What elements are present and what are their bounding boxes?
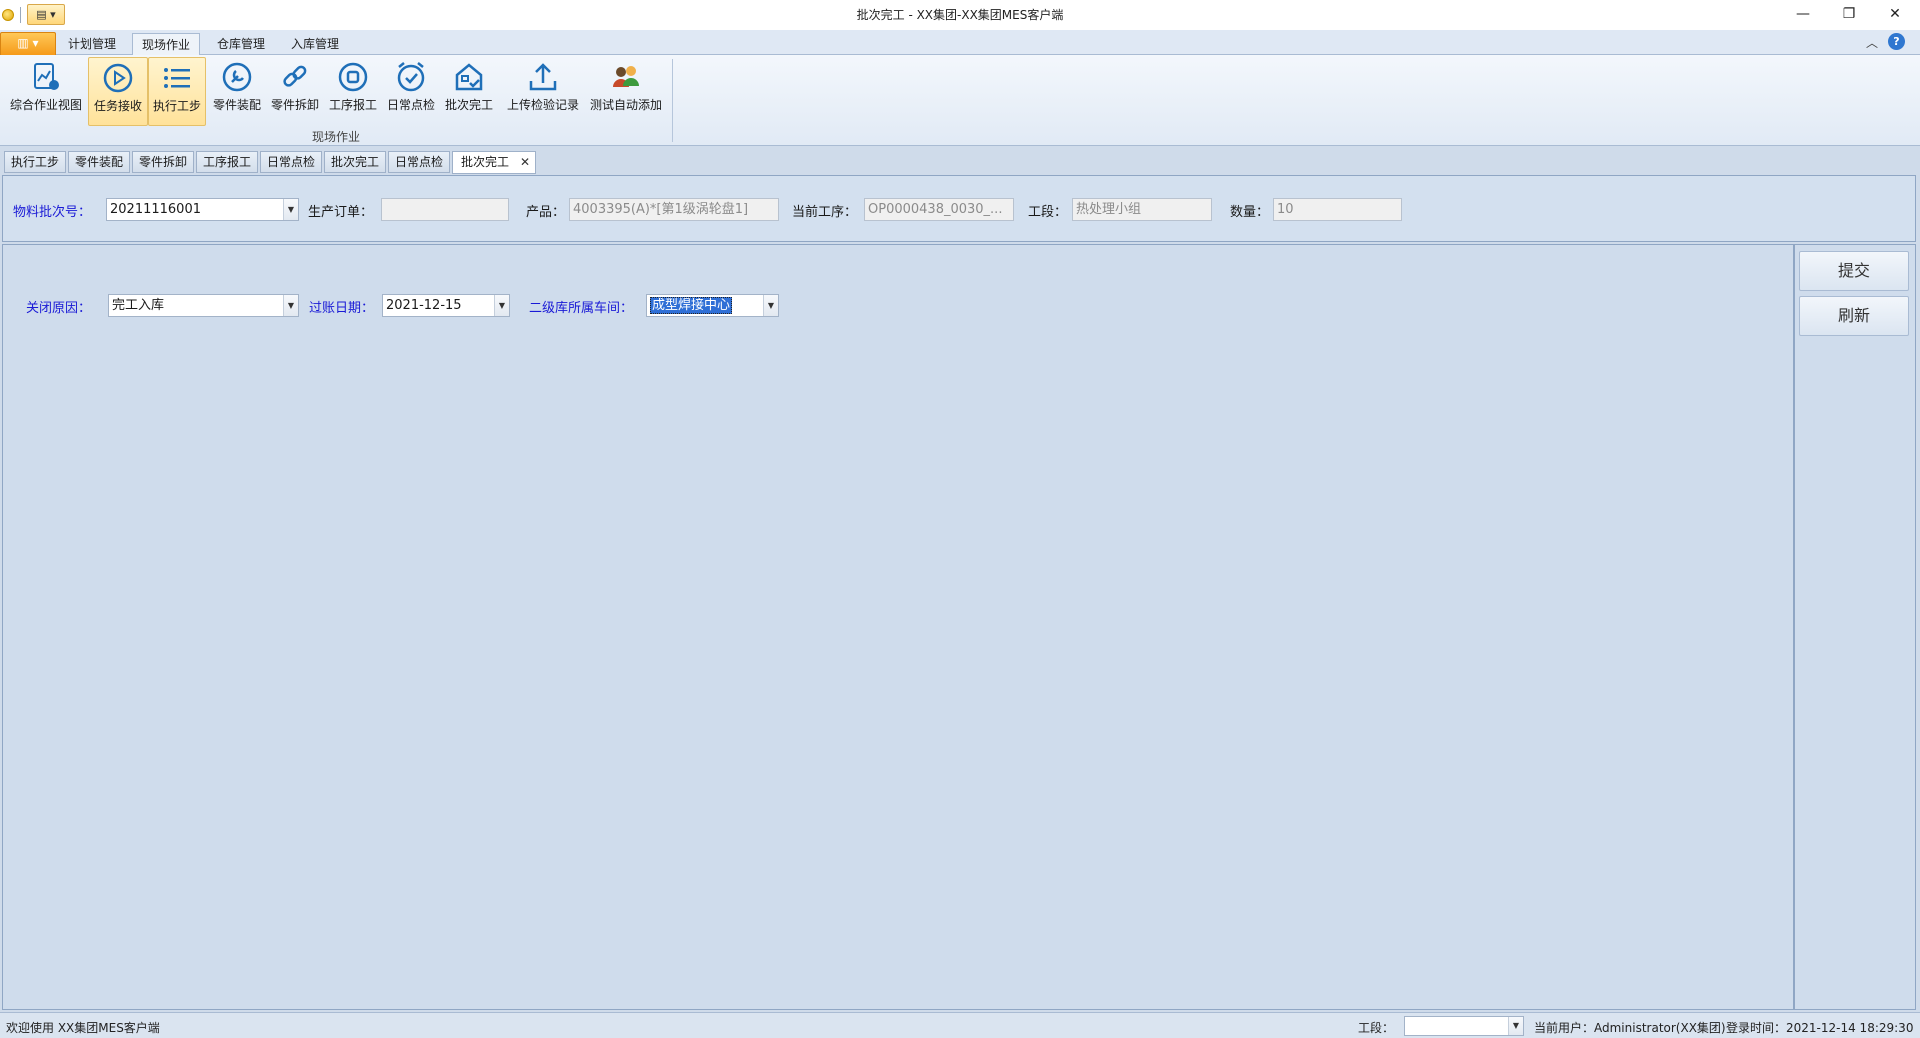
tab-inbound-management[interactable]: 入库管理: [282, 33, 348, 55]
collapse-ribbon-icon[interactable]: ︿: [1866, 34, 1878, 51]
ribbon-button-overview[interactable]: 综合作业视图: [6, 57, 86, 126]
ribbon-tab-strip: ▥ ▾ 计划管理 现场作业 仓库管理 入库管理 ︿ ?: [0, 30, 1920, 56]
secondary-warehouse-workshop-label: 二级库所属车间：: [529, 301, 634, 316]
window-title: 批次完工 - XX集团-XX集团MES客户端: [856, 8, 1064, 22]
doc-tab-part-assembly[interactable]: 零件装配: [68, 151, 130, 173]
posting-date-value: 2021-12-15: [386, 298, 462, 313]
application-menu-button[interactable]: ▥ ▾: [0, 32, 56, 55]
ribbon-button-upload-inspection[interactable]: 上传检验记录: [500, 57, 586, 126]
tab-field-operations[interactable]: 现场作业: [132, 33, 200, 56]
restore-button[interactable]: ❐: [1826, 0, 1872, 30]
ribbon-button-test-auto-add[interactable]: 测试自动添加: [586, 57, 666, 126]
refresh-button[interactable]: 刷新: [1799, 296, 1909, 336]
workshop-combo[interactable]: 成型焊接中心 ▼: [646, 294, 779, 317]
doc-tab-batch-complete-active[interactable]: 批次完工 ✕: [452, 151, 536, 174]
batch-number-value: 20211116001: [110, 202, 201, 217]
close-reason-combo[interactable]: 完工入库 ▼: [108, 294, 299, 317]
doc-tab-label: 批次完工: [461, 155, 510, 169]
chevron-down-icon[interactable]: ▼: [283, 199, 298, 220]
help-icon[interactable]: ?: [1888, 33, 1905, 50]
close-reason-value: 完工入库: [112, 298, 165, 313]
ribbon-button-part-disassembly[interactable]: 零件拆卸: [266, 57, 324, 126]
ribbon-group-separator: [672, 59, 673, 142]
document-tab-bar: 执行工步 零件装配 零件拆卸 工序报工 日常点检 批次完工 日常点检 批次完工 …: [0, 146, 1920, 175]
ribbon-button-batch-complete[interactable]: 批次完工: [440, 57, 498, 126]
doc-tab-daily-inspection-2[interactable]: 日常点检: [388, 151, 450, 173]
list-icon: [164, 68, 190, 88]
tab-plan-management[interactable]: 计划管理: [60, 33, 124, 55]
minimize-button[interactable]: —: [1780, 0, 1826, 30]
doc-tab-batch-complete[interactable]: 批次完工: [324, 151, 386, 173]
status-section-combo[interactable]: ▼: [1404, 1016, 1524, 1036]
workshop-value: 成型焊接中心: [650, 297, 733, 314]
house-check-icon: [455, 63, 483, 91]
product-label: 产品：: [526, 205, 566, 220]
ribbon-panel: 综合作业视图 任务接收 执行工步 零件装配 零件拆卸 工序报工 日常点检 批次完…: [0, 55, 1920, 146]
close-reason-label: 关闭原因：: [26, 301, 92, 316]
alarm-check-icon: [397, 62, 425, 92]
chevron-down-icon[interactable]: ▼: [494, 295, 509, 316]
ribbon-button-part-assembly[interactable]: 零件装配: [208, 57, 266, 126]
ribbon-button-execute-step[interactable]: 执行工步: [148, 57, 206, 126]
submit-button[interactable]: 提交: [1799, 251, 1909, 291]
login-time-text: 登录时间：2021-12-14 18:29:30: [1726, 1021, 1914, 1035]
stop-circle-icon: [338, 62, 368, 92]
welcome-text: 欢迎使用 XX集团MES客户端: [6, 1021, 160, 1035]
doc-tab-part-disassembly[interactable]: 零件拆卸: [132, 151, 194, 173]
posting-date-label: 过账日期：: [309, 301, 375, 316]
ribbon-button-process-report[interactable]: 工序报工: [324, 57, 382, 126]
current-process-label: 当前工序：: [792, 205, 858, 220]
posting-date-picker[interactable]: 2021-12-15 ▼: [382, 294, 510, 317]
chevron-down-icon[interactable]: ▼: [763, 295, 778, 316]
current-user-text: 当前用户：Administrator(XX集团): [1534, 1021, 1726, 1035]
status-section-label: 工段：: [1358, 1021, 1395, 1035]
action-button-panel: 提交 刷新: [1794, 244, 1916, 1010]
quantity-field: 10: [1273, 198, 1402, 221]
wrench-icon: [222, 62, 252, 92]
quantity-label: 数量：: [1230, 205, 1270, 220]
title-bar: ▤ ▾ 批次完工 - XX集团-XX集团MES客户端 — ❐ ✕: [0, 0, 1920, 30]
product-field: 4003395(A)*[第1级涡轮盘1]: [569, 198, 779, 221]
doc-tab-process-report[interactable]: 工序报工: [196, 151, 258, 173]
production-order-label: 生产订单：: [308, 205, 374, 220]
link-icon: [283, 65, 307, 87]
status-bar: 欢迎使用 XX集团MES客户端 工段： ▼ 当前用户：Administrator…: [0, 1012, 1920, 1038]
users-icon: [613, 66, 639, 87]
chevron-down-icon[interactable]: ▼: [1508, 1017, 1523, 1035]
close-batch-panel: 关闭原因： 完工入库 ▼ 过账日期： 2021-12-15 ▼ 二级库所属车间：…: [2, 244, 1794, 1010]
close-tab-icon[interactable]: ✕: [520, 152, 530, 172]
close-window-button[interactable]: ✕: [1872, 0, 1918, 30]
doc-tab-daily-inspection[interactable]: 日常点检: [260, 151, 322, 173]
ribbon-button-task-receive[interactable]: 任务接收: [88, 57, 148, 126]
batch-number-combo[interactable]: 20211116001 ▼: [106, 198, 299, 221]
ribbon-group-label: 现场作业: [311, 130, 360, 144]
tab-warehouse-management[interactable]: 仓库管理: [208, 33, 274, 55]
chevron-down-icon[interactable]: ▼: [283, 295, 298, 316]
section-field: 热处理小组: [1072, 198, 1212, 221]
current-process-field: OP0000438_0030_...: [864, 198, 1014, 221]
upload-icon: [529, 63, 557, 91]
play-circle-icon: [103, 63, 133, 93]
production-order-field: [381, 198, 509, 221]
batch-number-label: 物料批次号：: [13, 205, 92, 220]
chart-document-icon: [34, 63, 59, 90]
batch-info-panel: 物料批次号： 20211116001 ▼ 生产订单： 产品： 4003395(A…: [2, 175, 1916, 242]
ribbon-button-daily-inspection[interactable]: 日常点检: [382, 57, 440, 126]
doc-tab-execute-step[interactable]: 执行工步: [4, 151, 66, 173]
section-label: 工段：: [1028, 205, 1068, 220]
